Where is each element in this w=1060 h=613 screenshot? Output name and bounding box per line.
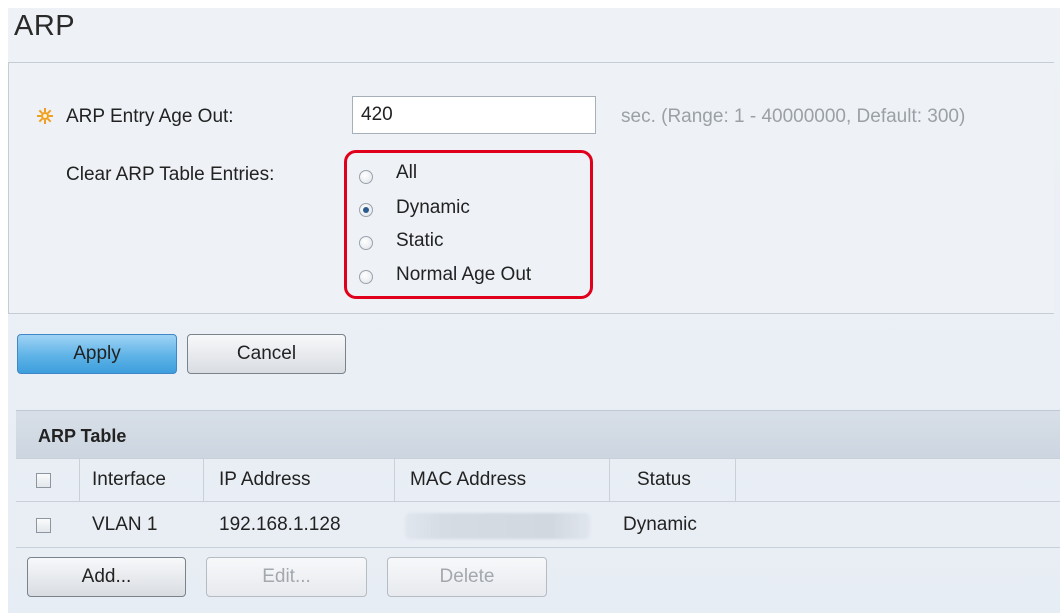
row-status: Dynamic	[623, 513, 697, 535]
column-header-mac-address: MAC Address	[410, 469, 527, 490]
row-checkbox[interactable]	[36, 518, 51, 533]
add-button[interactable]: Add...	[27, 557, 186, 597]
apply-button[interactable]: Apply	[17, 334, 177, 374]
row-interface: VLAN 1	[92, 513, 158, 535]
row-ip-address: 192.168.1.128	[219, 513, 341, 535]
mac-address-redaction	[405, 513, 590, 539]
required-icon	[37, 108, 53, 124]
radio-clear-dynamic[interactable]	[359, 203, 373, 217]
arp-table-title: ARP Table	[38, 426, 127, 446]
column-header-status: Status	[637, 469, 691, 490]
clear-entries-label: Clear ARP Table Entries:	[66, 164, 275, 185]
delete-button[interactable]: Delete	[387, 557, 547, 597]
radio-clear-static[interactable]	[359, 236, 373, 250]
radio-label-static: Static	[396, 230, 444, 251]
age-out-label: ARP Entry Age Out:	[66, 106, 234, 127]
page-title: ARP	[14, 10, 76, 42]
table-header-row: Interface IP Address MAC Address Status	[16, 458, 1060, 502]
column-header-ip-address: IP Address	[219, 469, 311, 490]
edit-button[interactable]: Edit...	[206, 557, 367, 597]
age-out-input[interactable]	[352, 96, 596, 134]
select-all-checkbox[interactable]	[36, 473, 51, 488]
arp-table-header: ARP Table	[16, 410, 1060, 458]
radio-label-dynamic: Dynamic	[396, 197, 470, 218]
radio-label-normal-age-out: Normal Age Out	[396, 264, 532, 285]
radio-clear-all[interactable]	[359, 170, 373, 184]
column-header-interface: Interface	[92, 469, 166, 490]
radio-clear-normal-age-out[interactable]	[359, 270, 373, 284]
radio-label-all: All	[396, 162, 418, 183]
cancel-button[interactable]: Cancel	[187, 334, 346, 374]
age-out-hint: sec. (Range: 1 - 40000000, Default: 300)	[621, 106, 966, 127]
